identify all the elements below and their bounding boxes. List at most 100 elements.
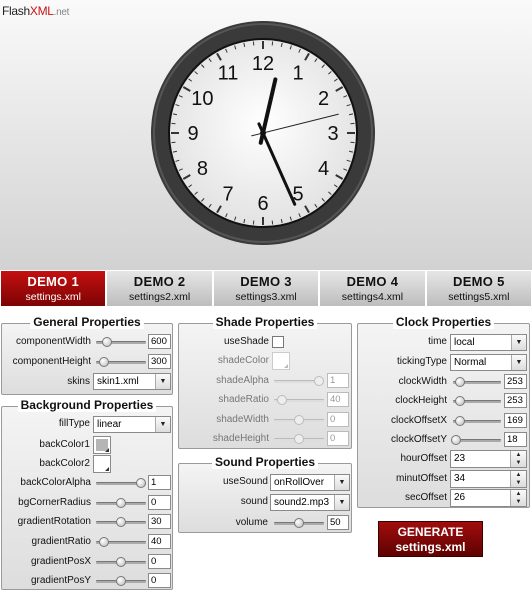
- slider-clockHeight[interactable]: [453, 393, 501, 409]
- slider-clockWidth[interactable]: [453, 374, 501, 390]
- slider-componentWidth[interactable]: [96, 334, 146, 350]
- combo-value: onRollOver: [274, 477, 325, 488]
- field-gradientRatio[interactable]: 40: [148, 534, 171, 549]
- generate-file: settings.xml: [395, 540, 466, 554]
- spinner-arrows-icon[interactable]: ▲ ▼: [510, 451, 526, 467]
- label-shadeRatio: shadeRatio: [218, 394, 269, 405]
- label-backColor1: backColor1: [39, 439, 90, 450]
- slider-shadeWidth[interactable]: [274, 412, 324, 428]
- panel-title: Sound Properties: [211, 455, 318, 469]
- tab-demo-5[interactable]: DEMO 5 settings5.xml: [425, 270, 532, 307]
- slider-shadeHeight[interactable]: [274, 431, 324, 447]
- generate-button[interactable]: GENERATE settings.xml: [378, 521, 483, 557]
- field-clockHeight[interactable]: 253: [504, 393, 527, 408]
- clock-numeral: 7: [222, 184, 233, 206]
- combo-useSound[interactable]: onRollOver ▼: [270, 474, 350, 491]
- chevron-down-icon[interactable]: ▼: [155, 374, 170, 389]
- slider-shadeAlpha[interactable]: [274, 373, 324, 389]
- label-shadeHeight: shadeHeight: [212, 433, 269, 444]
- slider-backColorAlpha[interactable]: [96, 475, 146, 491]
- slider-gradientPosX[interactable]: [96, 554, 146, 570]
- field-gradientPosX[interactable]: 0: [148, 554, 171, 569]
- label-clockOffsetY: clockOffsetY: [391, 434, 447, 445]
- tab-demo-3[interactable]: DEMO 3 settings3.xml: [212, 270, 320, 307]
- combo-value: local: [454, 337, 475, 348]
- label-clockOffsetX: clockOffsetX: [391, 415, 447, 426]
- label-skins: skins: [67, 376, 90, 387]
- label-sound: sound: [240, 496, 268, 507]
- slider-gradientPosY[interactable]: [96, 573, 146, 589]
- label-tickingType: tickingType: [396, 356, 447, 367]
- flashxml-logo: FlashXML.net: [2, 4, 69, 18]
- logo-xml: XML: [29, 4, 54, 18]
- chevron-down-icon[interactable]: ▼: [334, 495, 349, 510]
- slider-gradientRatio[interactable]: [96, 534, 146, 550]
- slider-shadeRatio[interactable]: [274, 392, 324, 408]
- tab-title: DEMO 1: [27, 274, 80, 289]
- field-gradientRotation[interactable]: 30: [148, 514, 171, 529]
- slider-gradientRotation[interactable]: [96, 514, 146, 530]
- field-clockOffsetY[interactable]: 18: [504, 432, 527, 447]
- tab-title: DEMO 4: [346, 274, 399, 289]
- combo-time[interactable]: local ▼: [450, 334, 527, 351]
- field-volume[interactable]: 50: [327, 515, 349, 530]
- slider-clockOffsetX[interactable]: [453, 413, 501, 429]
- label-shadeAlpha: shadeAlpha: [216, 375, 269, 386]
- field-componentWidth[interactable]: 600: [148, 334, 171, 349]
- clock-numeral: 12: [252, 53, 274, 75]
- combo-value: sound2.mp3: [274, 497, 330, 508]
- field-shadeWidth[interactable]: 0: [327, 412, 349, 427]
- label-clockHeight: clockHeight: [395, 395, 447, 406]
- label-shadeWidth: shadeWidth: [216, 414, 269, 425]
- field-gradientPosY[interactable]: 0: [148, 573, 171, 588]
- spinner-arrows-icon[interactable]: ▲ ▼: [510, 490, 526, 506]
- field-clockOffsetX[interactable]: 169: [504, 413, 527, 428]
- spinner-arrows-icon[interactable]: ▲ ▼: [510, 471, 526, 487]
- tab-demo-1[interactable]: DEMO 1 settings.xml: [0, 270, 107, 307]
- color-picker-backColor1[interactable]: [93, 436, 111, 454]
- chevron-down-icon[interactable]: ▼: [334, 475, 349, 490]
- clock-numeral: 8: [197, 158, 208, 180]
- combo-value: linear: [97, 419, 122, 430]
- field-componentHeight[interactable]: 300: [148, 354, 171, 369]
- clock-numeral: 6: [257, 193, 268, 215]
- tab-demo-4[interactable]: DEMO 4 settings4.xml: [319, 270, 426, 307]
- label-useSound: useSound: [222, 476, 268, 487]
- chevron-down-icon[interactable]: ▼: [155, 417, 170, 432]
- panel-title: Clock Properties: [392, 315, 495, 329]
- field-shadeRatio[interactable]: 40: [327, 392, 349, 407]
- label-minutOffset: minutOffset: [396, 473, 447, 484]
- slider-clockOffsetY[interactable]: [451, 432, 501, 448]
- shade-properties-panel: Shade Properties useShade shadeColor sha…: [178, 315, 352, 449]
- panel-title: Shade Properties: [212, 315, 318, 329]
- field-shadeHeight[interactable]: 0: [327, 431, 349, 446]
- color-picker-shadeColor[interactable]: [272, 352, 290, 370]
- stepper-value: 23: [454, 453, 466, 464]
- panel-title: Background Properties: [17, 398, 157, 412]
- stepper-minutOffset[interactable]: 34 ▲ ▼: [450, 470, 527, 488]
- stepper-hourOffset[interactable]: 23 ▲ ▼: [450, 450, 527, 468]
- combo-sound[interactable]: sound2.mp3 ▼: [270, 494, 350, 511]
- tab-demo-2[interactable]: DEMO 2 settings2.xml: [106, 270, 213, 307]
- tab-file: settings5.xml: [448, 291, 510, 303]
- checkbox-useShade[interactable]: [272, 336, 284, 348]
- field-backColorAlpha[interactable]: 1: [148, 475, 171, 490]
- color-picker-backColor2[interactable]: [93, 455, 111, 473]
- combo-tickingType[interactable]: Normal ▼: [450, 354, 527, 371]
- demo-tabs: DEMO 1 settings.xml DEMO 2 settings2.xml D…: [0, 270, 532, 308]
- label-useShade: useShade: [223, 336, 269, 347]
- chevron-down-icon[interactable]: ▼: [511, 355, 526, 370]
- stepper-secOffset[interactable]: 26 ▲ ▼: [450, 489, 527, 507]
- field-shadeAlpha[interactable]: 1: [327, 373, 349, 388]
- combo-skins[interactable]: skin1.xml ▼: [93, 373, 171, 390]
- clock-numeral: 9: [187, 123, 198, 145]
- field-clockWidth[interactable]: 253: [504, 374, 527, 389]
- chevron-down-icon[interactable]: ▼: [511, 335, 526, 350]
- stepper-value: 26: [454, 492, 466, 503]
- combo-fillType[interactable]: linear ▼: [93, 416, 171, 433]
- slider-componentHeight[interactable]: [96, 354, 146, 370]
- label-backColor2: backColor2: [39, 458, 90, 469]
- slider-bgCornerRadius[interactable]: [96, 495, 146, 511]
- field-bgCornerRadius[interactable]: 0: [148, 495, 171, 510]
- slider-volume[interactable]: [274, 515, 324, 531]
